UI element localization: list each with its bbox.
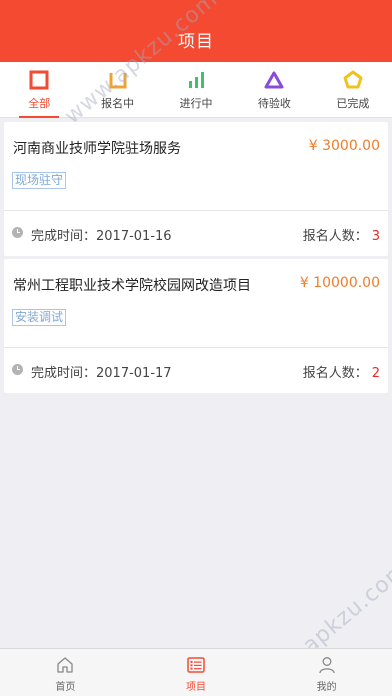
tab-label: 已完成 (336, 97, 370, 110)
project-tag: 安装调试 (12, 309, 67, 326)
tab-label: 待验收 (257, 97, 291, 110)
home-icon (55, 655, 75, 675)
tabbar-home[interactable]: 首页 (0, 649, 131, 696)
project-title: 河南商业技师学院驻场服务 (13, 141, 181, 157)
project-tag: 现场驻守 (12, 172, 67, 189)
tab-in-progress[interactable]: 进行中 (157, 62, 235, 117)
bars-icon (186, 70, 206, 90)
pentagon-icon (343, 70, 363, 90)
clock-icon (12, 227, 23, 238)
person-icon (317, 655, 337, 675)
tabbar-label: 我的 (316, 682, 337, 693)
list-icon (186, 655, 206, 675)
tab-completed[interactable]: 已完成 (314, 62, 392, 117)
tab-underline (19, 116, 60, 118)
project-card[interactable]: 河南商业技师学院驻场服务 ¥ 3000.00 现场驻守 完成时间：2017-01… (4, 122, 388, 256)
tabbar-label: 首页 (55, 682, 76, 693)
project-price: ¥ 10000.00 (299, 275, 380, 291)
completion-date: 完成时间：2017-01-17 (31, 366, 172, 381)
project-title: 常州工程职业技术学院校园网改造项目 (13, 278, 251, 294)
tabbar-me[interactable]: 我的 (261, 649, 392, 696)
triangle-icon (264, 70, 284, 90)
project-price: ¥ 3000.00 (308, 138, 380, 154)
signup-count: 报名人数： 2 (302, 366, 380, 381)
signup-count: 报名人数： 3 (302, 229, 380, 244)
square-icon (29, 70, 49, 90)
bottom-tabbar: 首页 项目 我的 (0, 648, 392, 696)
tab-label: 全部 (28, 97, 51, 110)
tab-pending-acceptance[interactable]: 待验收 (235, 62, 313, 117)
completion-date: 完成时间：2017-01-16 (31, 229, 172, 244)
tabbar-label: 项目 (186, 682, 206, 693)
clock-icon (12, 364, 23, 375)
project-card[interactable]: 常州工程职业技术学院校园网改造项目 ¥ 10000.00 安装调试 完成时间：2… (4, 259, 388, 393)
tab-label: 进行中 (179, 97, 213, 110)
tabbar-projects[interactable]: 项目 (131, 649, 262, 696)
